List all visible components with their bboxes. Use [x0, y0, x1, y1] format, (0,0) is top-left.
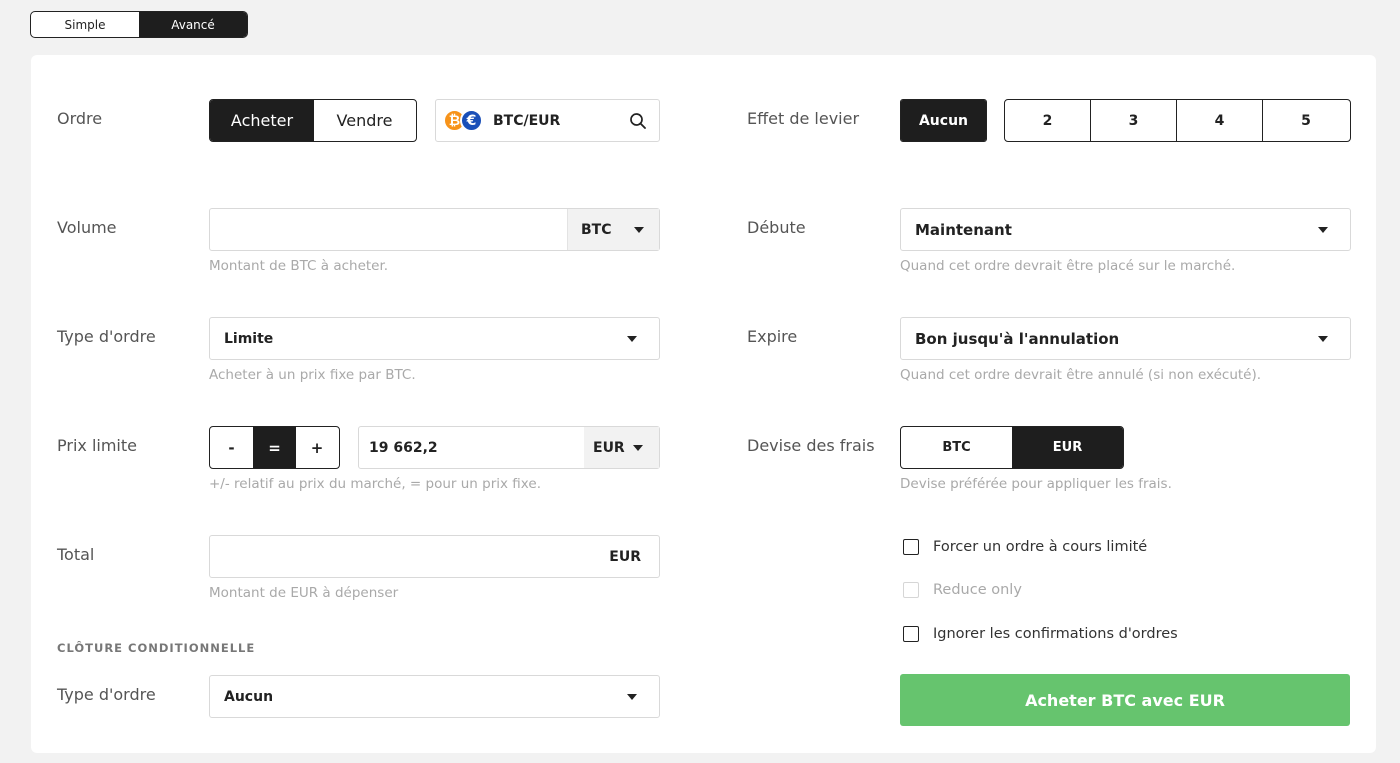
order-label: Ordre: [57, 109, 103, 128]
expires-label: Expire: [747, 327, 798, 346]
search-icon: [630, 112, 646, 129]
leverage-none-group: Aucun: [900, 99, 987, 142]
leverage-none-button[interactable]: Aucun: [901, 100, 986, 141]
conditional-order-type-select[interactable]: Aucun: [209, 675, 660, 718]
fee-currency-eur-button[interactable]: EUR: [1012, 427, 1123, 468]
total-label: Total: [57, 545, 95, 564]
reduce-only-label: Reduce only: [933, 582, 1022, 598]
conditional-order-type-label: Type d'ordre: [57, 685, 156, 704]
reduce-only-option: Reduce only: [903, 582, 1022, 598]
order-form-card: Ordre Acheter Vendre ₿ € BTC/EUR Volume …: [31, 55, 1376, 753]
buy-button[interactable]: Acheter: [210, 100, 314, 141]
leverage-options: 2 3 4 5: [1004, 99, 1351, 142]
limit-price-field[interactable]: 19 662,2 EUR: [358, 426, 660, 469]
pair-selector[interactable]: ₿ € BTC/EUR: [435, 99, 660, 142]
order-type-select[interactable]: Limite: [209, 317, 660, 360]
starts-hint: Quand cet ordre devrait être placé sur l…: [900, 258, 1236, 274]
sell-button[interactable]: Vendre: [314, 100, 415, 141]
ignore-confirm-label: Ignorer les confirmations d'ordres: [933, 626, 1178, 642]
ignore-confirm-option[interactable]: Ignorer les confirmations d'ordres: [903, 626, 1178, 642]
buy-sell-toggle: Acheter Vendre: [209, 99, 417, 142]
order-type-value: Limite: [224, 330, 274, 347]
order-type-label: Type d'ordre: [57, 327, 156, 346]
fee-currency-hint: Devise préférée pour appliquer les frais…: [900, 476, 1172, 492]
total-field[interactable]: EUR: [209, 535, 660, 578]
caret-down-icon: [627, 335, 637, 342]
post-only-checkbox[interactable]: [903, 539, 919, 555]
fee-currency-btc-button[interactable]: BTC: [901, 427, 1012, 468]
starts-value: Maintenant: [915, 220, 1012, 239]
fee-currency-toggle: BTC EUR: [900, 426, 1124, 469]
leverage-option-2[interactable]: 2: [1005, 100, 1091, 141]
starts-select[interactable]: Maintenant: [900, 208, 1351, 251]
expires-hint: Quand cet ordre devrait être annulé (si …: [900, 367, 1262, 383]
relative-minus-button[interactable]: -: [210, 427, 253, 468]
volume-currency-text: BTC: [581, 221, 612, 238]
leverage-label: Effet de levier: [747, 109, 860, 128]
fixed-price-button[interactable]: =: [253, 427, 296, 468]
volume-label: Volume: [57, 218, 117, 237]
total-currency: EUR: [609, 548, 641, 565]
post-only-option[interactable]: Forcer un ordre à cours limité: [903, 539, 1147, 555]
order-type-hint: Acheter à un prix fixe par BTC.: [209, 367, 416, 383]
limit-price-currency-text: EUR: [593, 439, 625, 456]
leverage-option-3[interactable]: 3: [1091, 100, 1177, 141]
post-only-label: Forcer un ordre à cours limité: [933, 539, 1148, 555]
caret-down-icon: [632, 444, 643, 451]
starts-label: Débute: [747, 218, 806, 237]
mode-advanced-button[interactable]: Avancé: [139, 12, 247, 37]
limit-price-label: Prix limite: [57, 436, 137, 455]
limit-price-hint: +/- relatif au prix du marché, = pour un…: [209, 476, 541, 492]
fee-currency-label: Devise des frais: [747, 436, 875, 455]
caret-down-icon: [1318, 226, 1328, 233]
caret-down-icon: [1318, 335, 1328, 342]
pair-text: BTC/EUR: [493, 112, 561, 129]
total-hint: Montant de EUR à dépenser: [209, 585, 399, 601]
mode-toggle: Simple Avancé: [30, 11, 248, 38]
submit-order-button[interactable]: Acheter BTC avec EUR: [900, 674, 1350, 726]
leverage-option-5[interactable]: 5: [1263, 100, 1349, 141]
volume-field[interactable]: BTC: [209, 208, 660, 251]
ignore-confirm-checkbox[interactable]: [903, 626, 919, 642]
reduce-only-checkbox: [903, 582, 919, 598]
relative-plus-button[interactable]: +: [296, 427, 338, 468]
expires-value: Bon jusqu'à l'annulation: [915, 329, 1120, 348]
limit-price-input[interactable]: 19 662,2: [359, 440, 584, 456]
leverage-option-4[interactable]: 4: [1177, 100, 1263, 141]
conditional-order-type-value: Aucun: [224, 688, 274, 705]
expires-select[interactable]: Bon jusqu'à l'annulation: [900, 317, 1351, 360]
volume-currency-select[interactable]: BTC: [567, 209, 659, 250]
mode-simple-button[interactable]: Simple: [31, 12, 139, 37]
caret-down-icon: [627, 693, 637, 700]
pair-icons: ₿ €: [443, 109, 483, 132]
price-mode-toggle: - = +: [209, 426, 340, 469]
limit-price-currency-select[interactable]: EUR: [584, 427, 659, 468]
volume-hint: Montant de BTC à acheter.: [209, 258, 389, 274]
caret-down-icon: [633, 226, 644, 233]
conditional-close-title: CLÔTURE CONDITIONNELLE: [57, 641, 256, 655]
euro-icon: €: [460, 109, 483, 132]
